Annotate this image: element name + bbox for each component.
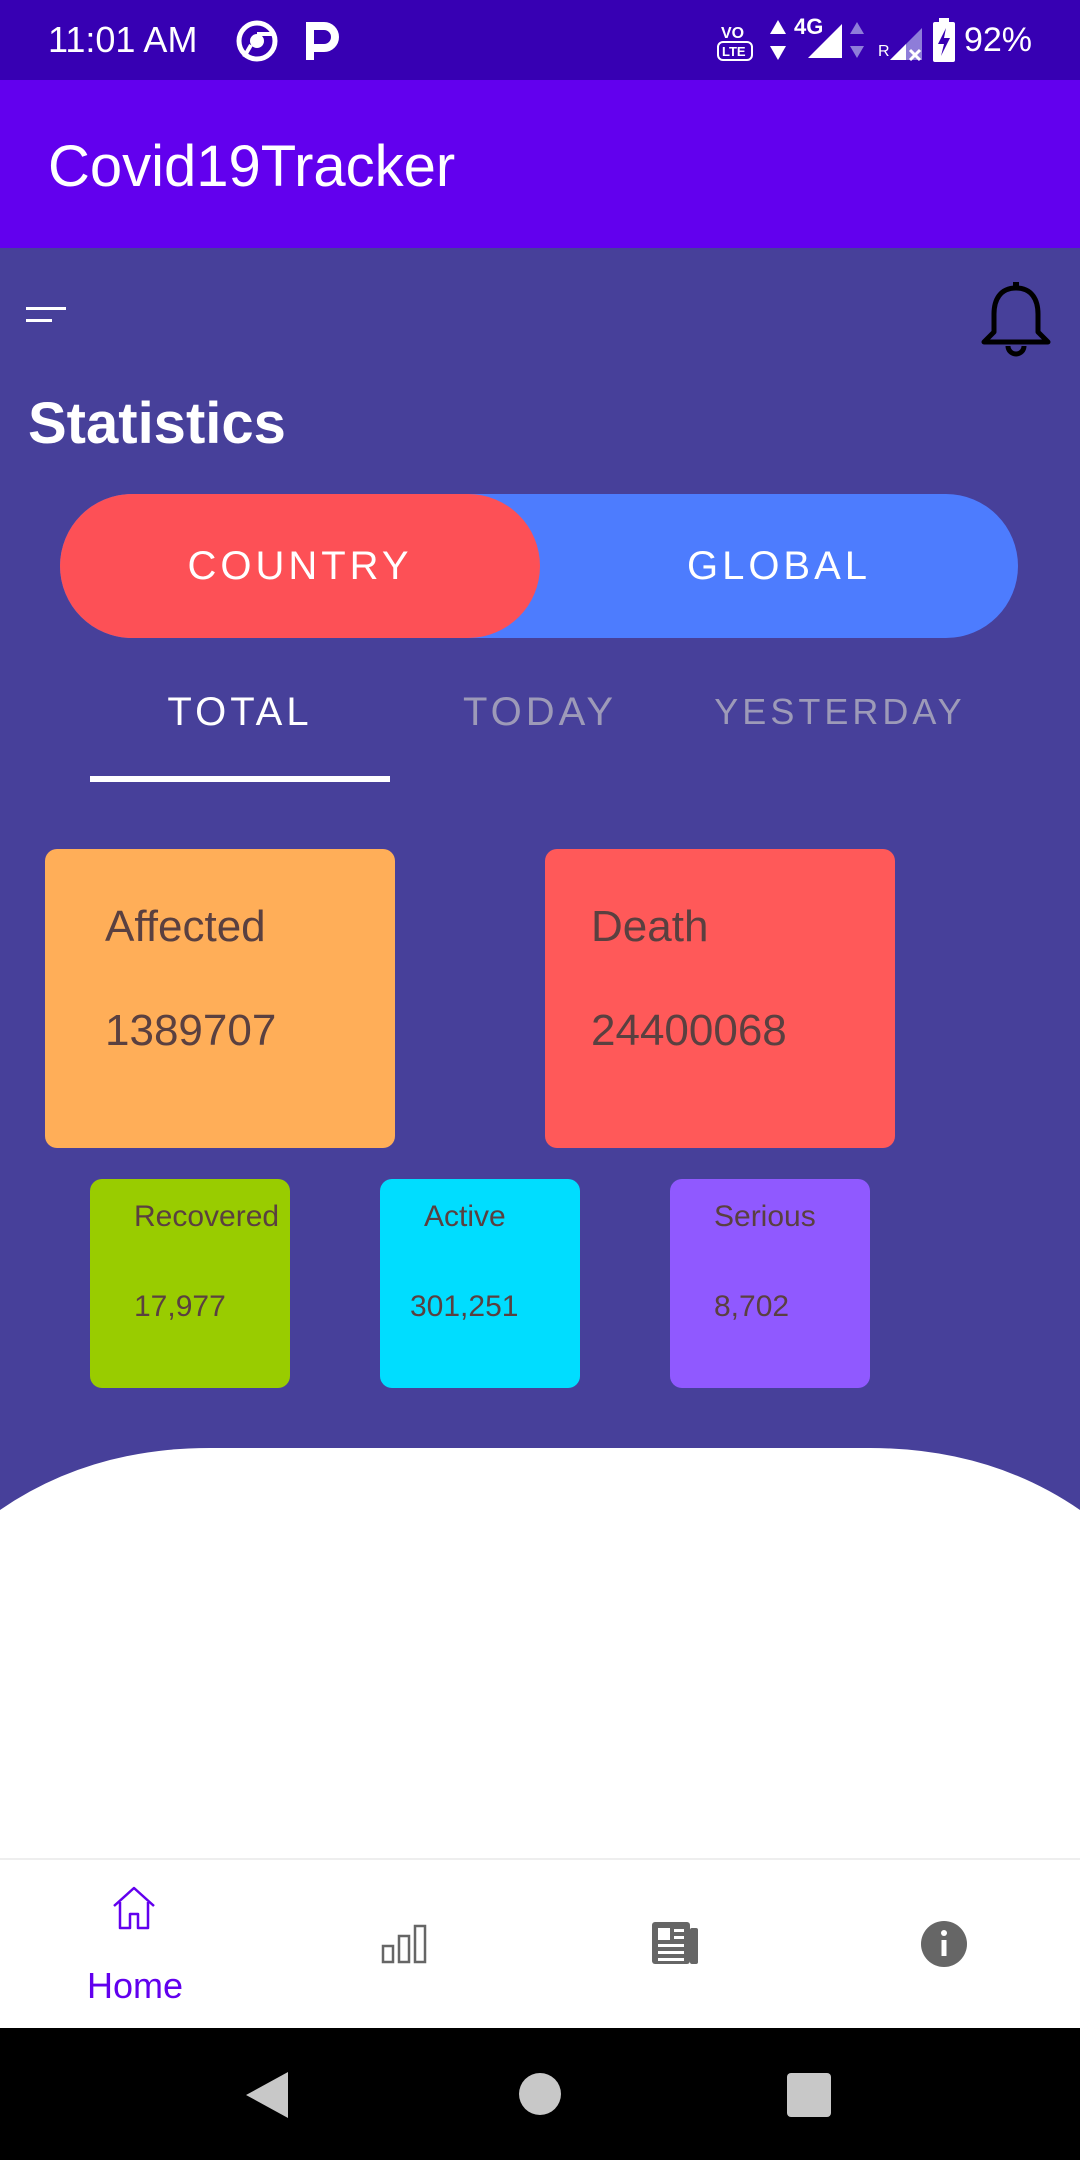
system-navigation-bar — [0, 2028, 1080, 2160]
svg-text:R: R — [878, 43, 890, 60]
tab-yesterday[interactable]: YESTERDAY — [690, 688, 990, 736]
back-icon[interactable] — [244, 2070, 290, 2125]
roaming-signal-icon: R — [878, 26, 924, 67]
bottom-navigation: Home — [0, 1858, 1080, 2030]
scope-toggle: COUNTRY GLOBAL — [60, 494, 1018, 638]
content-sheet — [0, 1448, 1080, 1858]
parking-app-icon — [304, 20, 340, 67]
nav-news[interactable] — [540, 1860, 810, 2030]
info-icon — [920, 1920, 968, 1973]
recovered-card: Recovered 17,977 — [90, 1179, 290, 1388]
newspaper-icon — [650, 1920, 700, 1971]
status-time: 11:01 AM — [48, 19, 198, 60]
nav-home[interactable]: Home — [0, 1860, 270, 2030]
active-value: 301,251 — [410, 1290, 519, 1323]
signal-icon — [804, 22, 844, 65]
active-label: Active — [424, 1200, 506, 1233]
affected-label: Affected — [105, 902, 266, 951]
death-card: Death 24400068 — [545, 849, 895, 1148]
app-bar: Covid19Tracker — [0, 80, 1080, 248]
recovered-label: Recovered — [134, 1200, 280, 1233]
serious-value: 8,702 — [714, 1290, 790, 1323]
tab-indicator — [90, 776, 390, 782]
country-toggle-button[interactable]: COUNTRY — [60, 494, 540, 638]
status-bar: 11:01 AM VO LTE 4G R 92% — [0, 0, 1080, 80]
active-card: Active 301,251 — [380, 1179, 580, 1388]
affected-card: Affected 1389707 — [45, 849, 395, 1148]
serious-label: Serious — [714, 1200, 816, 1233]
serious-card: Serious 8,702 — [670, 1179, 870, 1388]
menu-icon[interactable] — [26, 305, 70, 334]
recents-square-icon[interactable] — [786, 2072, 832, 2123]
death-label: Death — [591, 902, 709, 951]
home-icon — [110, 1884, 158, 1937]
chrome-icon — [236, 20, 278, 67]
death-value: 24400068 — [591, 1006, 787, 1055]
app-title: Covid19Tracker — [48, 134, 456, 199]
nav-info[interactable] — [810, 1860, 1080, 2030]
page-title: Statistics — [28, 391, 286, 456]
battery-charging-icon — [932, 18, 956, 67]
volte-icon: VO LTE — [716, 16, 756, 69]
tab-total[interactable]: TOTAL — [90, 688, 390, 736]
data-arrows-icon-2 — [848, 18, 866, 67]
bar-chart-icon — [381, 1924, 429, 1969]
nav-statistics[interactable] — [270, 1860, 540, 2030]
notification-bell-icon[interactable] — [978, 280, 1054, 365]
nav-home-label: Home — [86, 1965, 184, 2006]
battery-percent: 92% — [963, 21, 1032, 59]
data-arrows-icon — [768, 18, 788, 67]
svg-text:LTE: LTE — [722, 44, 746, 59]
home-circle-icon[interactable] — [518, 2072, 562, 2121]
global-toggle-button[interactable]: GLOBAL — [540, 494, 1018, 638]
svg-text:VO: VO — [721, 25, 744, 42]
tab-today[interactable]: TODAY — [390, 688, 690, 736]
affected-value: 1389707 — [105, 1006, 277, 1055]
recovered-value: 17,977 — [134, 1290, 226, 1323]
